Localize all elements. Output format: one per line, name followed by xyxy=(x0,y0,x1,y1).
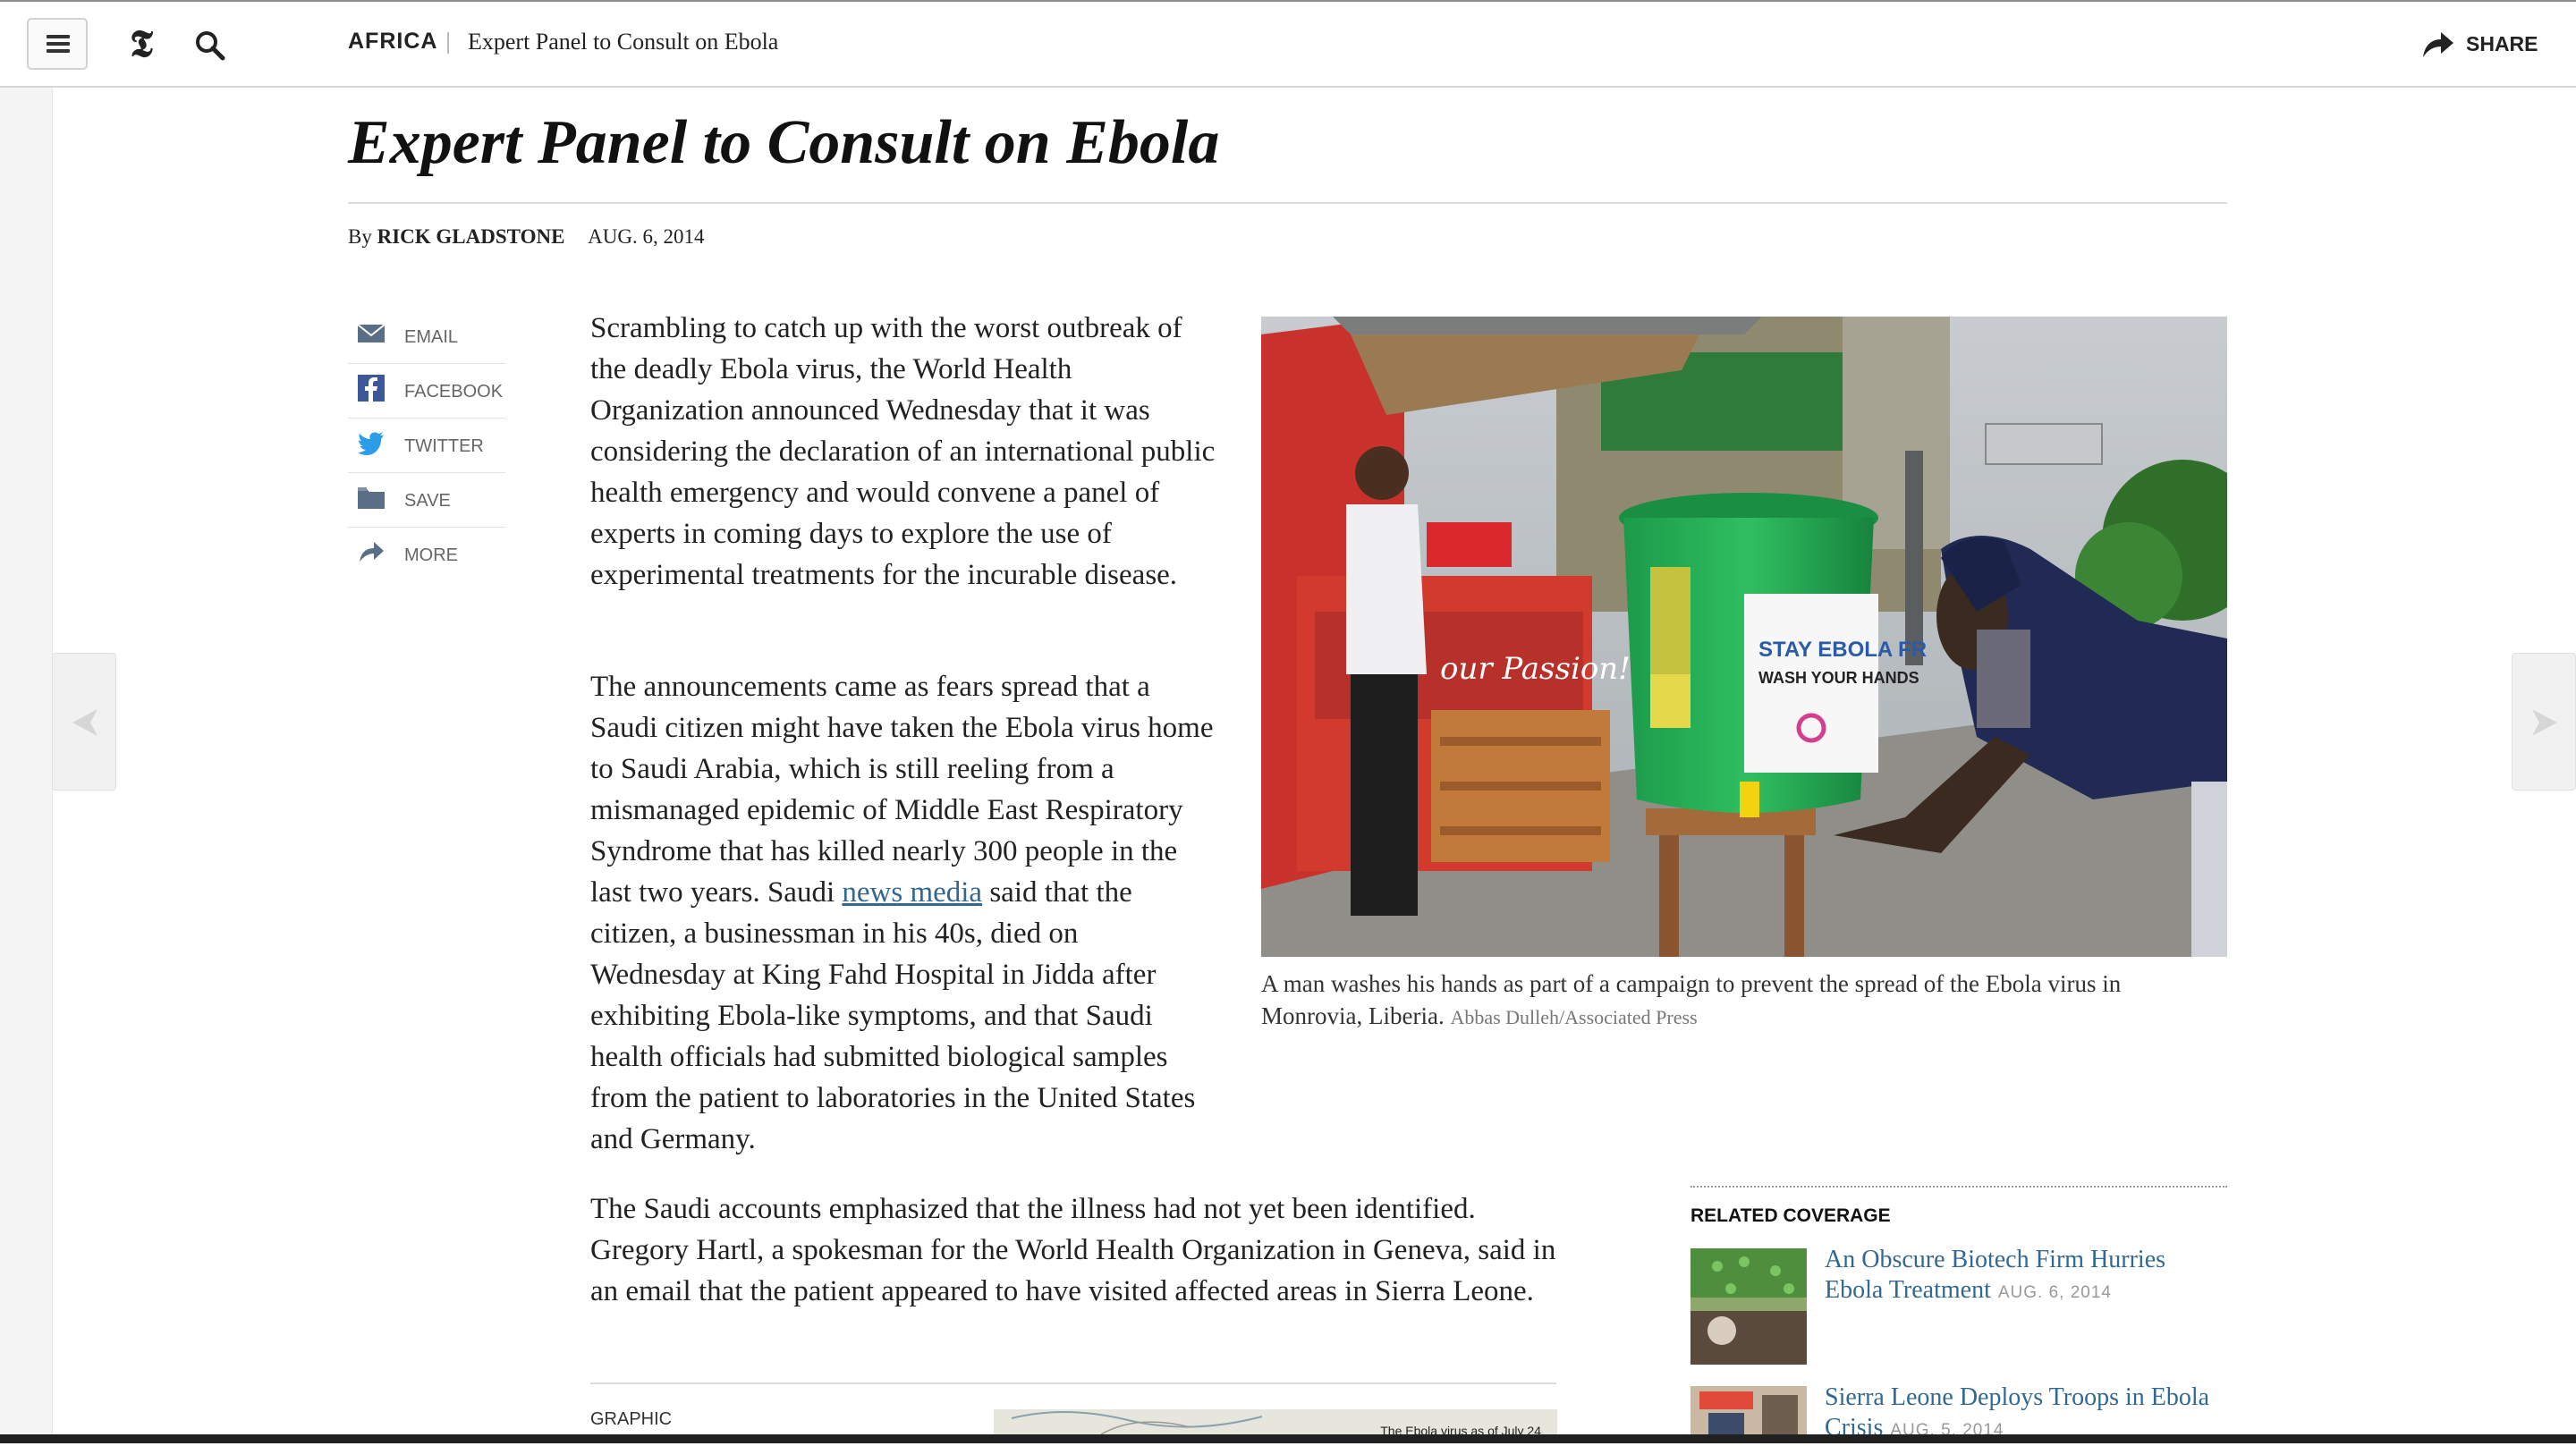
email-icon xyxy=(357,324,386,342)
article-paragraph-3: The Saudi accounts emphasized that the i… xyxy=(590,1188,1556,1312)
save-article[interactable]: SAVE xyxy=(348,473,505,528)
chevron-right-icon xyxy=(2532,709,2557,736)
article-headline: Expert Panel to Consult on Ebola xyxy=(348,108,1220,177)
ebola-map-preview[interactable]: The Ebola virus as of July 24 xyxy=(994,1409,1557,1434)
left-gutter xyxy=(0,2,53,1440)
article-paragraph-1: Scrambling to catch up with the worst ou… xyxy=(590,308,1216,596)
share-more[interactable]: MORE xyxy=(348,528,505,581)
related-link[interactable]: An Obscure Biotech Firm Hurries Ebola Tr… xyxy=(1825,1246,2165,1304)
graphic-label: GRAPHIC xyxy=(590,1409,673,1429)
section-label[interactable]: AFRICA xyxy=(348,29,437,55)
twitter-icon xyxy=(358,432,384,455)
news-media-link[interactable]: news media xyxy=(842,876,982,909)
related-link[interactable]: Sierra Leone Deploys Troops in Ebola Cri… xyxy=(1825,1383,2209,1442)
nyt-logo-icon[interactable]: 𝕿 xyxy=(123,21,159,66)
related-thumbnail[interactable] xyxy=(1690,1248,1807,1365)
bottom-edge xyxy=(0,1434,2576,1443)
share-label: SHARE xyxy=(2466,32,2538,55)
email-label: EMAIL xyxy=(404,327,459,347)
menu-icon xyxy=(47,35,70,38)
paragraph-text: said that the citizen, a businessman in … xyxy=(590,876,1196,1155)
photo-illustration: our Passion! STAY EBOLA FR WASH YOUR HAN… xyxy=(1261,317,2227,957)
related-thumbnail[interactable] xyxy=(1690,1386,1807,1436)
share-twitter[interactable]: TWITTER xyxy=(348,419,505,473)
more-arrow-icon xyxy=(360,542,384,562)
byline-prefix: By xyxy=(348,225,372,248)
byline: By RICK GLADSTONE AUG. 6, 2014 xyxy=(348,225,705,249)
publish-date: AUG. 6, 2014 xyxy=(588,225,705,248)
article-photo[interactable]: our Passion! STAY EBOLA FR WASH YOUR HAN… xyxy=(1261,317,2227,957)
paragraph-text: Scrambling to catch up with the worst ou… xyxy=(590,312,1216,591)
search-icon[interactable] xyxy=(193,29,227,63)
share-facebook[interactable]: FACEBOOK xyxy=(348,364,505,419)
breadcrumb-title: Expert Panel to Consult on Ebola xyxy=(468,29,779,55)
sharing-tools: EMAIL FACEBOOK TWITTER SAVE MORE xyxy=(348,309,505,581)
graphic-rule xyxy=(590,1383,1556,1384)
twitter-label: TWITTER xyxy=(404,436,484,456)
map-caption: The Ebola virus as of July 24 xyxy=(1380,1424,1541,1434)
site-header: 𝕿 AFRICA Expert Panel to Consult on Ebol… xyxy=(0,2,2576,88)
facebook-label: FACEBOOK xyxy=(404,382,504,402)
related-coverage-title: RELATED COVERAGE xyxy=(1690,1205,1891,1226)
breadcrumb-divider xyxy=(447,32,449,54)
previous-article-button[interactable] xyxy=(52,653,116,791)
paragraph-text: The Saudi accounts emphasized that the i… xyxy=(590,1193,1556,1307)
related-coverage: RELATED COVERAGE An Obscure Biotech Firm… xyxy=(1690,1186,2227,1442)
share-button[interactable]: SHARE xyxy=(2419,27,2545,63)
article-paragraph-2: The announcements came as fears spread t… xyxy=(590,666,1216,1160)
share-arrow-icon xyxy=(2423,32,2453,57)
share-email[interactable]: EMAIL xyxy=(348,309,505,364)
stall-sign-text: our Passion! xyxy=(1440,651,1631,687)
bucket-sign-line2: WASH YOUR HANDS xyxy=(1758,669,1919,687)
chevron-left-icon xyxy=(72,709,97,736)
menu-button[interactable] xyxy=(27,18,88,70)
bucket-sign-line1: STAY EBOLA FR xyxy=(1758,638,1927,662)
save-icon xyxy=(358,487,385,509)
more-label: MORE xyxy=(404,545,458,565)
author-link[interactable]: RICK GLADSTONE xyxy=(377,225,565,248)
photo-caption: A man washes his hands as part of a camp… xyxy=(1261,968,2227,1034)
related-date: AUG. 6, 2014 xyxy=(1997,1283,2112,1302)
photo-credit: Abbas Dulleh/Associated Press xyxy=(1450,1006,1698,1028)
facebook-icon xyxy=(358,375,385,402)
save-label: SAVE xyxy=(404,491,451,511)
paragraph-text: The announcements came as fears spread t… xyxy=(590,671,1214,909)
headline-rule xyxy=(348,202,2227,204)
next-article-button[interactable] xyxy=(2512,653,2576,791)
